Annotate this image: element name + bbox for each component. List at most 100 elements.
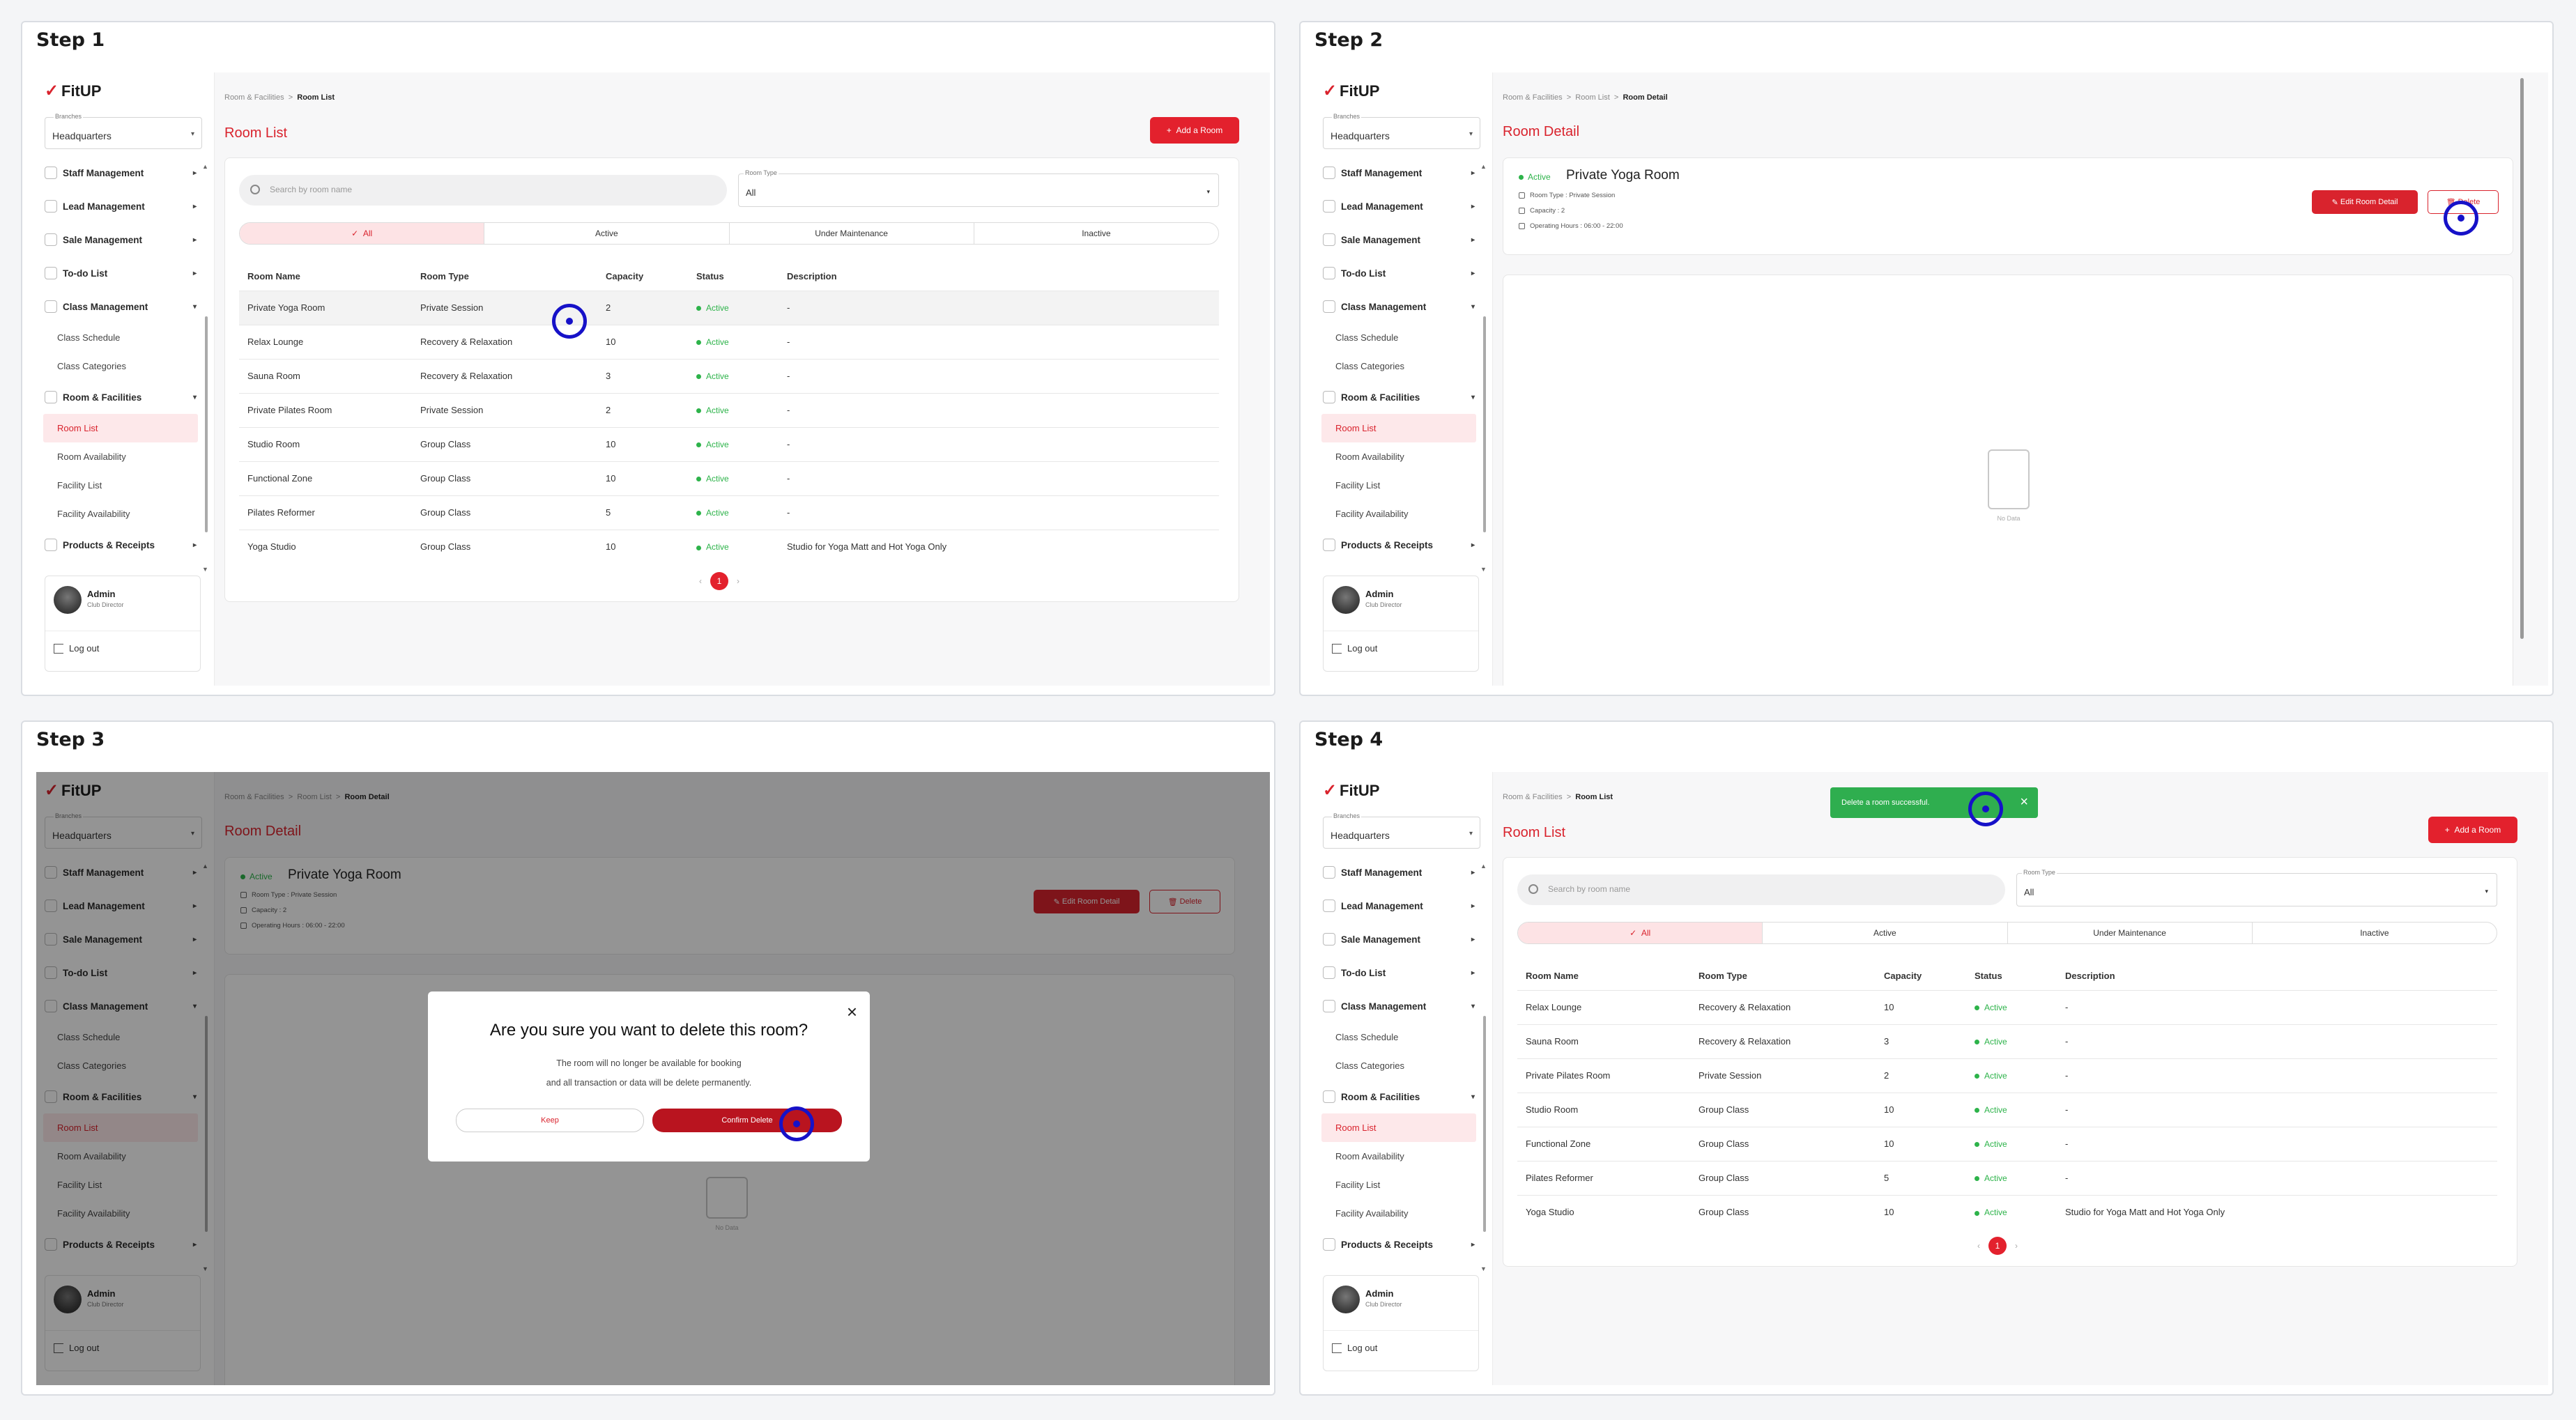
- scroll-down-icon[interactable]: ▼: [1480, 566, 1487, 573]
- sidebar-item-class-categories[interactable]: Class Categories: [36, 352, 209, 380]
- prev-page-icon[interactable]: ‹: [699, 576, 702, 586]
- table-row[interactable]: Pilates Reformer Group Class 5 Active -: [1517, 1160, 2497, 1195]
- column-header[interactable]: Status: [688, 263, 779, 291]
- sidebar-item-facility-availability[interactable]: Facility Availability: [1314, 500, 1487, 528]
- column-header[interactable]: Description: [779, 263, 1219, 291]
- sidebar-item-class-categories[interactable]: Class Categories: [1314, 1051, 1487, 1080]
- sidebar-item-facility-availability[interactable]: Facility Availability: [1314, 1199, 1487, 1228]
- scroll-up-icon[interactable]: ▲: [1480, 163, 1487, 170]
- sidebar-item-todo[interactable]: To-do List ▸: [1314, 256, 1487, 290]
- sidebar-item-facility-list[interactable]: Facility List: [36, 471, 209, 500]
- sidebar-item-room-list[interactable]: Room List: [1321, 414, 1476, 442]
- branch-select[interactable]: Headquarters ▾: [1323, 817, 1480, 849]
- tab-all[interactable]: ✓ All: [1518, 923, 1763, 943]
- close-icon[interactable]: ×: [847, 1001, 857, 1023]
- column-header[interactable]: Room Name: [1517, 962, 1690, 990]
- sidebar-item-facility-availability[interactable]: Facility Availability: [36, 500, 209, 528]
- table-row[interactable]: Relax Lounge Recovery & Relaxation 10 Activ…: [1517, 989, 2497, 1024]
- sidebar-item-room[interactable]: Room & Facilities ▾: [36, 380, 209, 414]
- sidebar-scrollbar[interactable]: [205, 316, 208, 532]
- column-header[interactable]: Room Type: [1690, 962, 1876, 990]
- next-page-icon[interactable]: ›: [2015, 1241, 2018, 1251]
- column-header[interactable]: Room Name: [239, 263, 412, 291]
- column-header[interactable]: Capacity: [597, 263, 688, 291]
- close-icon[interactable]: ×: [2020, 794, 2028, 810]
- table-row[interactable]: Pilates Reformer Group Class 5 Active -: [239, 495, 1219, 530]
- sidebar-item-class-schedule[interactable]: Class Schedule: [1314, 1023, 1487, 1051]
- logout-button[interactable]: Log out: [54, 643, 99, 654]
- sidebar-item-room[interactable]: Room & Facilities ▾: [1314, 1080, 1487, 1113]
- sidebar-item-class[interactable]: Class Management ▾: [1314, 290, 1487, 323]
- sidebar-item-class-schedule[interactable]: Class Schedule: [36, 323, 209, 352]
- tab-under-maintenance[interactable]: Under Maintenance: [2008, 923, 2253, 943]
- table-row[interactable]: Sauna Room Recovery & Relaxation 3 Active -: [1517, 1024, 2497, 1058]
- scroll-down-icon[interactable]: ▼: [202, 566, 208, 573]
- table-row[interactable]: Sauna Room Recovery & Relaxation 3 Active -: [239, 358, 1219, 393]
- sidebar-item-staff[interactable]: Staff Management ▸: [1314, 856, 1487, 889]
- sidebar-item-class[interactable]: Class Management ▾: [1314, 989, 1487, 1023]
- sidebar-item-class-schedule[interactable]: Class Schedule: [1314, 323, 1487, 352]
- sidebar-item-staff[interactable]: Staff Management ▸: [36, 156, 209, 190]
- column-header[interactable]: Room Type: [412, 263, 597, 291]
- sidebar-item-lead[interactable]: Lead Management ▸: [1314, 190, 1487, 223]
- sidebar-item-room-list[interactable]: Room List: [1321, 1113, 1476, 1142]
- sidebar-item-staff[interactable]: Staff Management ▸: [1314, 156, 1487, 190]
- next-page-icon[interactable]: ›: [737, 576, 739, 586]
- add-room-button[interactable]: + Add a Room: [1150, 117, 1239, 144]
- tab-active[interactable]: Active: [484, 223, 730, 244]
- sidebar-item-sale[interactable]: Sale Management ▸: [36, 223, 209, 256]
- page-scrollbar[interactable]: [2520, 78, 2524, 639]
- table-row[interactable]: Relax Lounge Recovery & Relaxation 10 Activ…: [239, 324, 1219, 359]
- table-row[interactable]: Yoga Studio Group Class 10 Active Studio for…: [239, 529, 1219, 564]
- table-row[interactable]: Studio Room Group Class 10 Active -: [239, 426, 1219, 461]
- sidebar-item-facility-list[interactable]: Facility List: [1314, 471, 1487, 500]
- sidebar-item-class-categories[interactable]: Class Categories: [1314, 352, 1487, 380]
- tab-inactive[interactable]: Inactive: [2253, 923, 2497, 943]
- sidebar-item-sale[interactable]: Sale Management ▸: [1314, 923, 1487, 956]
- column-header[interactable]: Capacity: [1876, 962, 1966, 990]
- sidebar-item-room-availability[interactable]: Room Availability: [36, 442, 209, 471]
- tab-active[interactable]: Active: [1763, 923, 2008, 943]
- breadcrumb-parent[interactable]: Room & Facilities: [1503, 93, 1563, 102]
- table-row[interactable]: Functional Zone Group Class 10 Active -: [1517, 1126, 2497, 1161]
- room-type-select[interactable]: All ▾: [738, 173, 1219, 207]
- edit-room-button[interactable]: ✎ Edit Room Detail: [2312, 190, 2418, 214]
- page-number[interactable]: 1: [710, 572, 728, 590]
- sidebar-scrollbar[interactable]: [1483, 1016, 1486, 1232]
- table-row[interactable]: Studio Room Group Class 10 Active -: [1517, 1092, 2497, 1127]
- search-input[interactable]: Search by room name: [239, 175, 727, 206]
- page-number[interactable]: 1: [1988, 1237, 2007, 1255]
- column-header[interactable]: Status: [1966, 962, 2057, 990]
- tab-under-maintenance[interactable]: Under Maintenance: [730, 223, 974, 244]
- sidebar-item-lead[interactable]: Lead Management ▸: [1314, 889, 1487, 923]
- scroll-down-icon[interactable]: ▼: [1480, 1265, 1487, 1272]
- keep-button[interactable]: Keep: [456, 1109, 644, 1132]
- tab-all[interactable]: ✓ All: [240, 223, 485, 244]
- sidebar-item-products[interactable]: Products & Receipts ▸: [36, 528, 209, 562]
- table-row[interactable]: Private Pilates Room Private Session 2 Acti…: [239, 392, 1219, 427]
- sidebar-item-room-availability[interactable]: Room Availability: [1314, 1142, 1487, 1171]
- sidebar-item-sale[interactable]: Sale Management ▸: [1314, 223, 1487, 256]
- search-input[interactable]: Search by room name: [1517, 874, 2005, 905]
- sidebar-item-room[interactable]: Room & Facilities ▾: [1314, 380, 1487, 414]
- branch-select[interactable]: Headquarters ▾: [45, 117, 202, 149]
- tab-inactive[interactable]: Inactive: [974, 223, 1218, 244]
- breadcrumb-room-list[interactable]: Room List: [1575, 93, 1610, 102]
- logout-button[interactable]: Log out: [1332, 643, 1377, 654]
- add-room-button[interactable]: + Add a Room: [2428, 817, 2517, 843]
- sidebar-item-room-availability[interactable]: Room Availability: [1314, 442, 1487, 471]
- column-header[interactable]: Description: [2057, 962, 2497, 990]
- branch-select[interactable]: Headquarters ▾: [1323, 117, 1480, 149]
- breadcrumb-parent[interactable]: Room & Facilities: [224, 93, 284, 102]
- sidebar-item-lead[interactable]: Lead Management ▸: [36, 190, 209, 223]
- table-row[interactable]: Functional Zone Group Class 10 Active -: [239, 461, 1219, 495]
- logout-button[interactable]: Log out: [1332, 1343, 1377, 1353]
- sidebar-item-todo[interactable]: To-do List ▸: [1314, 956, 1487, 989]
- table-row[interactable]: Private Yoga Room Private Session 2 Active -: [239, 290, 1219, 325]
- sidebar-item-products[interactable]: Products & Receipts ▸: [1314, 1228, 1487, 1261]
- table-row[interactable]: Private Pilates Room Private Session 2 Acti…: [1517, 1058, 2497, 1093]
- breadcrumb-parent[interactable]: Room & Facilities: [1503, 793, 1563, 801]
- sidebar-scrollbar[interactable]: [1483, 316, 1486, 532]
- scroll-up-icon[interactable]: ▲: [202, 163, 208, 170]
- prev-page-icon[interactable]: ‹: [1977, 1241, 1980, 1251]
